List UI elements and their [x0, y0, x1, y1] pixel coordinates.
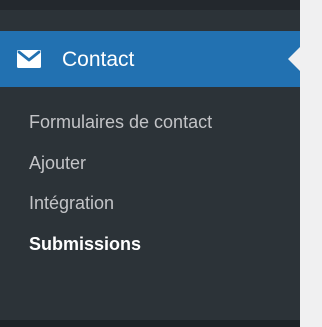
- menu-title-contact: Contact: [62, 47, 135, 71]
- sidebar-top-separator: [0, 0, 300, 10]
- contact-submenu: Formulaires de contact Ajouter Intégrati…: [0, 87, 300, 320]
- menu-item-contact[interactable]: Contact: [0, 31, 300, 87]
- submenu-item-formulaires-de-contact[interactable]: Formulaires de contact: [0, 103, 300, 144]
- wp-admin-page: Contact Formulaires de contact Ajouter I…: [0, 0, 322, 327]
- submenu-item-integration[interactable]: Intégration: [0, 184, 300, 225]
- submenu-item-submissions[interactable]: Submissions: [0, 225, 300, 266]
- submenu-item-ajouter[interactable]: Ajouter: [0, 144, 300, 185]
- active-menu-arrow: [288, 47, 300, 71]
- sidebar-bottom-separator: [0, 320, 300, 327]
- admin-sidebar: Contact Formulaires de contact Ajouter I…: [0, 0, 300, 327]
- mail-icon: [14, 47, 44, 71]
- content-area: [300, 0, 322, 327]
